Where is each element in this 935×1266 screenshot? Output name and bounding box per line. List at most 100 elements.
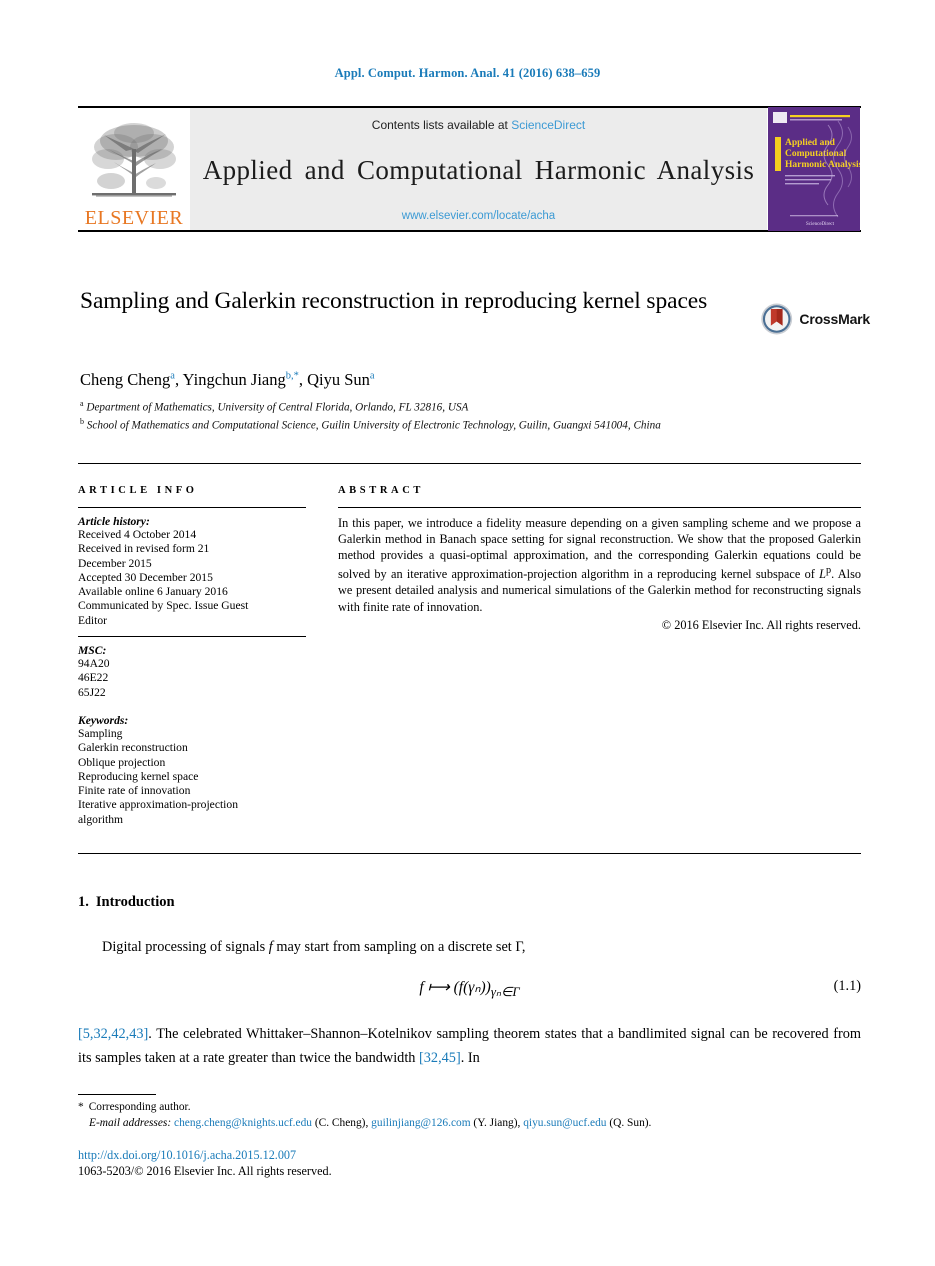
footnote-rule	[78, 1094, 156, 1095]
keywords-block: Keywords: Sampling Galerkin reconstructi…	[78, 714, 306, 827]
doi-block: http://dx.doi.org/10.1016/j.acha.2015.12…	[78, 1148, 861, 1179]
abstract-part-1: In this paper, we introduce a fidelity m…	[338, 516, 861, 582]
crossmark-label: CrossMark	[799, 311, 870, 327]
history-line: Accepted 30 December 2015	[78, 570, 213, 584]
info-abstract-columns: ARTICLE INFO Article history: Received 4…	[78, 485, 861, 827]
msc-block: MSC: 94A20 46E22 65J22	[78, 644, 306, 700]
crossmark-icon	[761, 303, 793, 335]
title-block: Sampling and Galerkin reconstruction in …	[80, 286, 780, 317]
history-line: Available online 6 January 2016	[78, 585, 228, 599]
equation-1-1: f ⟼ (f(γₙ))γₙ∈Γ (1.1)	[78, 978, 861, 1000]
affiliation-list: a Department of Mathematics, University …	[80, 397, 770, 433]
elsevier-wordmark: ELSEVIER	[84, 207, 184, 229]
keyword-item: Sampling	[78, 726, 123, 740]
journal-url-link[interactable]: www.elsevier.com/locate/acha	[402, 210, 555, 222]
keywords-label: Keywords:	[78, 713, 129, 727]
keyword-item: algorithm	[78, 812, 124, 826]
email-addresses-line: E-mail addresses: cheng.cheng@knights.uc…	[78, 1116, 861, 1132]
citation-link-2[interactable]: [32,45]	[419, 1050, 461, 1066]
keyword-item: Galerkin reconstruction	[78, 741, 188, 755]
keyword-item: Finite rate of innovation	[78, 784, 191, 798]
equation-number: (1.1)	[833, 978, 861, 994]
author-mark-3: a	[369, 370, 375, 382]
affiliation-mark-b: b	[80, 417, 84, 427]
affiliation-mark-a: a	[80, 399, 84, 408]
history-line: Editor	[78, 613, 107, 627]
running-head: Appl. Comput. Harmon. Anal. 41 (2016) 63…	[334, 66, 601, 80]
email-link-1[interactable]: cheng.cheng@knights.ucf.edu	[174, 1117, 312, 1129]
svg-text:ScienceDirect: ScienceDirect	[806, 222, 835, 227]
info-divider-2	[78, 636, 306, 638]
email-owner-3: (Q. Sun).	[609, 1116, 652, 1129]
section-number: 1.	[78, 894, 89, 910]
para1-text-a: Digital processing of signals	[102, 939, 269, 955]
msc-code: 65J22	[78, 685, 106, 699]
para1-text-b: may start from sampling on a discrete se…	[272, 939, 526, 955]
journal-cover-image: Applied and Computational Harmonic Analy…	[768, 107, 860, 231]
history-line: Received in revised form 21	[78, 542, 210, 556]
email-link-2[interactable]: guilinjiang@126.com	[371, 1117, 470, 1129]
history-line: Communicated by Spec. Issue Guest	[78, 599, 249, 613]
doi-link[interactable]: http://dx.doi.org/10.1016/j.acha.2015.12…	[78, 1148, 861, 1164]
author-mark-1: a	[170, 370, 175, 382]
email-owner-1: (C. Cheng),	[314, 1116, 369, 1129]
email-link-3[interactable]: qiyu.sun@ucf.edu	[523, 1117, 606, 1129]
abstract-divider	[338, 507, 861, 508]
msc-code: 46E22	[78, 671, 109, 685]
abstract-heading: ABSTRACT	[338, 485, 424, 496]
history-line: December 2015	[78, 556, 152, 570]
author-name-1: Cheng Cheng	[80, 370, 171, 389]
crossmark-badge[interactable]: CrossMark	[760, 296, 870, 342]
masthead-center: Contents lists available at ScienceDirec…	[190, 108, 767, 230]
email-owner-2: (Y. Jiang),	[473, 1116, 521, 1129]
intro-paragraph-2: [5,32,42,43]. The celebrated Whittaker–S…	[78, 1022, 861, 1070]
keyword-item: Oblique projection	[78, 755, 166, 769]
contents-available-line: Contents lists available at ScienceDirec…	[372, 118, 585, 132]
abstract-math-lp: L	[819, 567, 826, 582]
article-history-label: Article history:	[78, 515, 150, 528]
keyword-item: Reproducing kernel space	[78, 769, 199, 783]
affiliation-item: a Department of Mathematics, University …	[80, 397, 770, 415]
sciencedirect-link[interactable]: ScienceDirect	[511, 118, 585, 132]
author-mark-2: b,*	[285, 370, 299, 382]
intro-paragraph-1: Digital processing of signals f may star…	[78, 937, 861, 957]
paper-page: Appl. Comput. Harmon. Anal. 41 (2016) 63…	[0, 0, 935, 1266]
history-line: Received 4 October 2014	[78, 528, 197, 541]
elsevier-tree-icon	[92, 123, 176, 197]
abstract-copyright: © 2016 Elsevier Inc. All rights reserved…	[661, 617, 861, 632]
para2-text-b: . In	[460, 1050, 480, 1066]
elsevier-logo: ELSEVIER	[78, 108, 190, 230]
contents-prefix: Contents lists available at	[371, 118, 512, 132]
keyword-item: Iterative approximation-projection	[78, 798, 238, 812]
affiliation-item: b School of Mathematics and Computationa…	[80, 415, 770, 433]
author-list: Cheng Chenga, Yingchun Jiangb,*, Qiyu Su…	[80, 370, 375, 389]
info-divider-1	[78, 507, 306, 508]
journal-title: Applied and Computational Harmonic Analy…	[202, 154, 755, 185]
affiliation-text-a: Department of Mathematics, University of…	[86, 401, 469, 414]
email-label: E-mail addresses:	[89, 1116, 172, 1129]
corresponding-author-note: * Corresponding author.	[78, 1100, 861, 1116]
svg-text:Computational: Computational	[785, 149, 847, 159]
divider-below-abstract	[78, 853, 861, 854]
journal-masthead: ELSEVIER Contents lists available at Sci…	[78, 106, 861, 232]
msc-label: MSC:	[78, 644, 107, 658]
svg-text:Applied and: Applied and	[785, 138, 836, 148]
section-heading-introduction: 1. Introduction	[78, 894, 175, 911]
issn-copyright-line: 1063-5203/© 2016 Elsevier Inc. All right…	[78, 1163, 332, 1178]
msc-code: 94A20	[78, 657, 110, 671]
footnote-star: *	[78, 1101, 84, 1113]
abstract-text: In this paper, we introduce a fidelity m…	[338, 515, 861, 615]
abstract-column: ABSTRACT In this paper, we introduce a f…	[338, 485, 861, 827]
author-name-2: Yingchun Jiang	[182, 370, 286, 389]
article-info-heading: ARTICLE INFO	[78, 485, 198, 496]
author-name-3: Qiyu Sun	[307, 370, 370, 389]
divider-above-info	[78, 463, 861, 464]
equation-body: f ⟼ (f(γₙ))	[419, 979, 491, 996]
journal-cover-thumbnail[interactable]: Applied and Computational Harmonic Analy…	[767, 107, 861, 231]
citation-link-1[interactable]: [5,32,42,43]	[78, 1026, 148, 1042]
footnote-block: * Corresponding author. E-mail addresses:…	[78, 1100, 861, 1131]
corresponding-author-text: Corresponding author.	[88, 1101, 191, 1113]
equation-subscript: γₙ∈Γ	[490, 984, 520, 1000]
affiliation-text-b: School of Mathematics and Computational …	[86, 419, 661, 432]
article-info-column: ARTICLE INFO Article history: Received 4…	[78, 485, 306, 827]
